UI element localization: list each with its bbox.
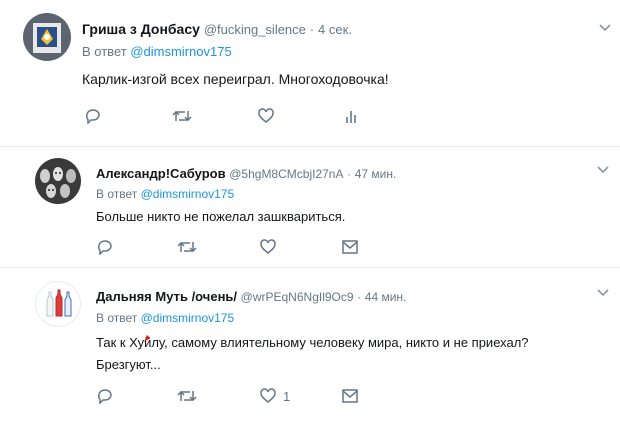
reply-button[interactable] (96, 388, 114, 404)
timestamp[interactable]: 47 мин. (355, 167, 397, 181)
separator: · (347, 167, 352, 181)
chevron-down-icon[interactable] (598, 20, 612, 36)
like-button[interactable]: 1 (259, 388, 290, 404)
mention-link[interactable]: @dimsmirnov175 (130, 44, 231, 59)
message-icon (342, 389, 358, 403)
user-handle[interactable]: @fucking_silence (204, 22, 306, 37)
like-icon (258, 108, 274, 123)
tweet-text: Больше никто не пожелал зашквариться. (96, 209, 346, 224)
avatar[interactable] (23, 13, 71, 61)
tweet-1[interactable]: Гриша з Донбасу @fucking_silence · 4 сек… (0, 0, 620, 138)
reply-button[interactable] (96, 239, 114, 255)
like-icon (260, 239, 276, 254)
reply-context: В ответ @dimsmirnov175 (82, 44, 232, 59)
tweet-text: Так к Хуйлу, самому влиятельному человек… (96, 335, 529, 372)
like-button[interactable] (259, 239, 277, 255)
tweet-header: Гриша з Донбасу @fucking_silence · 4 сек… (82, 21, 352, 37)
reply-icon (98, 240, 112, 255)
user-name[interactable]: Александр!Сабуров (96, 166, 226, 181)
reply-prefix: В ответ (82, 44, 127, 59)
tweet-text: Карлик-изгой всех переиграл. Многоходово… (82, 71, 389, 87)
analytics-button[interactable] (344, 108, 358, 124)
reply-button[interactable] (84, 108, 102, 124)
analytics-icon (346, 111, 356, 123)
tweet-header: Александр!Сабуров @5hgM8CMcbjI27nA · 47 … (96, 166, 396, 181)
reply-context: В ответ @dimsmirnov175 (96, 311, 234, 325)
message-button[interactable] (341, 388, 359, 404)
separator: · (357, 290, 362, 304)
red-mark (144, 335, 150, 342)
tweet-header: Дальняя Муть /очень/ @wrPEqN6NgIl9Oc9 · … (96, 289, 406, 304)
user-handle[interactable]: @wrPEqN6NgIl9Oc9 (241, 290, 354, 304)
user-name[interactable]: Гриша з Донбасу (82, 21, 200, 37)
mention-link[interactable]: @dimsmirnov175 (141, 187, 235, 201)
like-count: 1 (283, 388, 291, 404)
reply-icon (86, 109, 100, 124)
like-button[interactable] (257, 108, 275, 124)
mention-link[interactable]: @dimsmirnov175 (141, 311, 235, 325)
message-icon (342, 240, 358, 254)
avatar[interactable] (35, 158, 81, 204)
like-icon (260, 388, 276, 403)
timestamp[interactable]: 44 мин. (365, 290, 407, 304)
retweet-button[interactable] (176, 239, 198, 255)
retweet-icon (177, 390, 197, 402)
user-handle[interactable]: @5hgM8CMcbjI27nA (229, 167, 343, 181)
separator: · (309, 22, 315, 37)
chevron-down-icon[interactable] (596, 285, 610, 301)
avatar[interactable] (35, 281, 81, 327)
chevron-down-icon[interactable] (596, 162, 610, 178)
retweet-button[interactable] (171, 108, 193, 124)
retweet-icon (177, 241, 197, 253)
timestamp[interactable]: 4 сек. (318, 22, 352, 37)
reply-context: В ответ @dimsmirnov175 (96, 187, 234, 201)
retweet-button[interactable] (176, 388, 198, 404)
user-name[interactable]: Дальняя Муть /очень/ (96, 289, 237, 304)
reply-prefix: В ответ (96, 311, 138, 325)
reply-prefix: В ответ (96, 187, 138, 201)
message-button[interactable] (341, 239, 359, 255)
tweet-3[interactable]: Дальняя Муть /очень/ @wrPEqN6NgIl9Oc9 · … (0, 268, 620, 422)
reply-icon (98, 389, 112, 404)
retweet-icon (172, 110, 192, 122)
tweet-2[interactable]: Александр!Сабуров @5hgM8CMcbjI27nA · 47 … (0, 146, 620, 267)
